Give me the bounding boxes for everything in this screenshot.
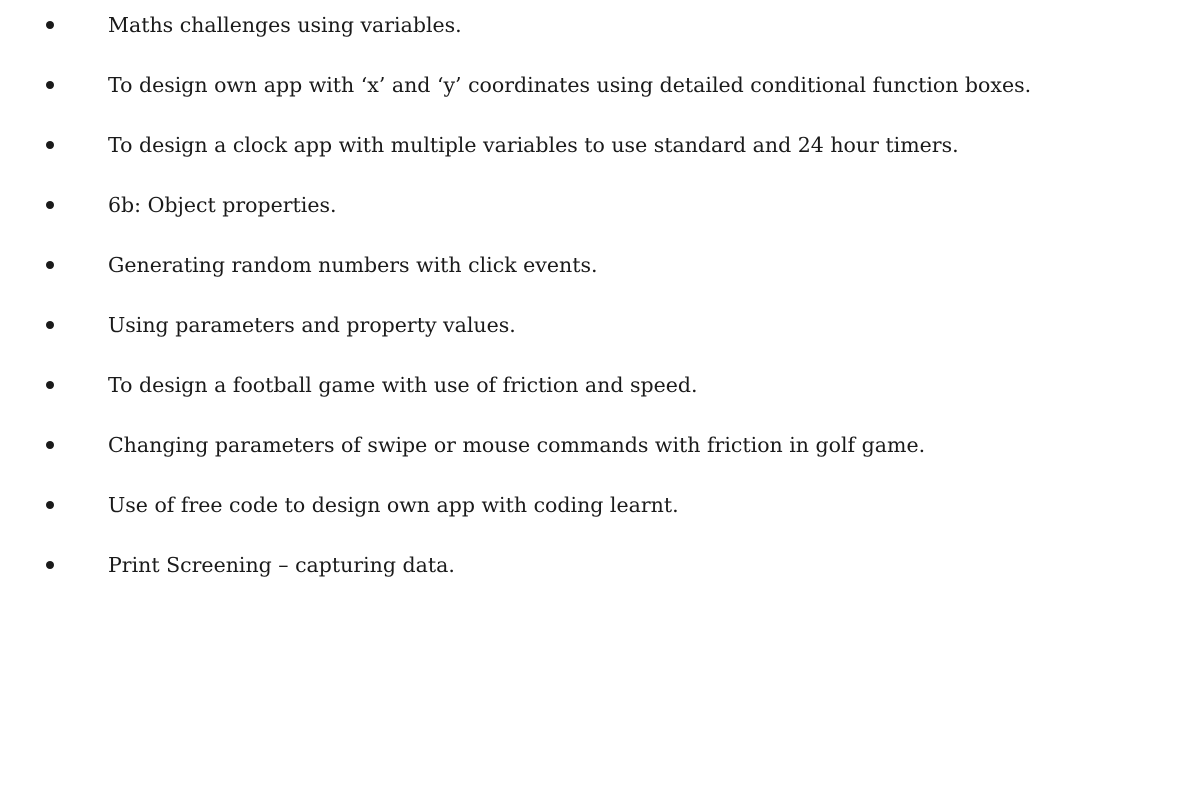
list-item: To design a football game with use of fr… xyxy=(0,370,1182,400)
bullet-icon xyxy=(46,81,54,89)
list-item: Generating random numbers with click eve… xyxy=(0,250,1182,280)
list-item-text: Generating random numbers with click eve… xyxy=(108,253,598,277)
list-item: To design own app with ‘x’ and ‘y’ coord… xyxy=(0,70,1182,100)
list-item: 6b: Object properties. xyxy=(0,190,1182,220)
bullet-icon xyxy=(46,261,54,269)
bullet-list: Maths challenges using variables. To des… xyxy=(0,10,1182,580)
list-item-text: Maths challenges using variables. xyxy=(108,13,462,37)
list-item-text: To design a clock app with multiple vari… xyxy=(108,133,959,157)
list-item-text: 6b: Object properties. xyxy=(108,193,337,217)
list-item: Use of free code to design own app with … xyxy=(0,490,1182,520)
list-item: To design a clock app with multiple vari… xyxy=(0,130,1182,160)
bullet-icon xyxy=(46,141,54,149)
list-item-text: To design own app with ‘x’ and ‘y’ coord… xyxy=(108,73,1032,97)
bullet-icon xyxy=(46,441,54,449)
bullet-icon xyxy=(46,381,54,389)
list-item: Using parameters and property values. xyxy=(0,310,1182,340)
list-item-text: Changing parameters of swipe or mouse co… xyxy=(108,433,926,457)
list-item-text: Use of free code to design own app with … xyxy=(108,493,679,517)
bullet-icon xyxy=(46,21,54,29)
document-page: Maths challenges using variables. To des… xyxy=(0,0,1182,793)
list-item-text: Using parameters and property values. xyxy=(108,313,516,337)
list-item-text: Print Screening – capturing data. xyxy=(108,553,455,577)
list-item-text: To design a football game with use of fr… xyxy=(108,373,698,397)
list-item: Changing parameters of swipe or mouse co… xyxy=(0,430,1182,460)
bullet-icon xyxy=(46,321,54,329)
bullet-icon xyxy=(46,201,54,209)
bullet-icon xyxy=(46,561,54,569)
list-item: Maths challenges using variables. xyxy=(0,10,1182,40)
bullet-icon xyxy=(46,501,54,509)
list-item: Print Screening – capturing data. xyxy=(0,550,1182,580)
